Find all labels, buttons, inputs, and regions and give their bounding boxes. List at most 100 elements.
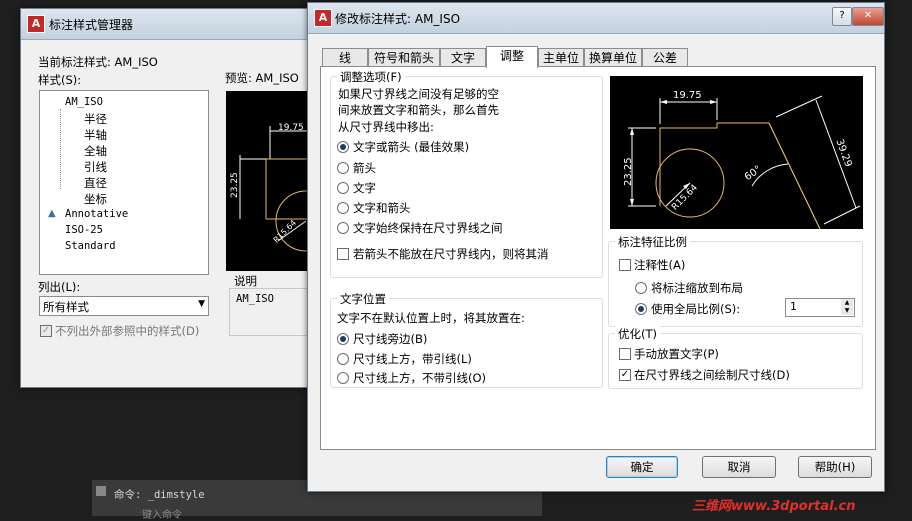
exclude-xref-label: 不列出外部参照中的样式(D)	[55, 324, 200, 338]
styles-label: 样式(S):	[38, 73, 82, 87]
help-context-icon[interactable]: ?	[832, 7, 852, 26]
annotative-label: 注释性(A)	[634, 258, 686, 272]
text-placement-group: 文字位置 文字不在默认位置上时，将其放置在: 尺寸线旁边(B) 尺寸线上方，带引…	[330, 291, 603, 388]
tab-fit[interactable]: 调整	[486, 46, 538, 68]
list-select[interactable]: 所有样式 ▼	[39, 296, 209, 316]
scale-radio-layout-label: 将标注缩放到布局	[651, 281, 743, 295]
placement-radio-beside[interactable]	[337, 333, 349, 345]
style-item[interactable]: Annotative	[65, 208, 128, 220]
spin-down-icon[interactable]: ▼	[841, 307, 853, 315]
preview-label: 预览: AM_ISO	[225, 71, 299, 85]
style-item[interactable]: 全轴	[84, 143, 107, 159]
draw-dim-line-checkbox[interactable]: ✓	[619, 369, 631, 381]
tab-alternate-units[interactable]: 换算单位	[584, 48, 642, 67]
tab-text[interactable]: 文字	[440, 48, 486, 67]
description-value: AM_ISO	[236, 293, 274, 305]
fit-radio-arrows[interactable]	[337, 162, 349, 174]
scale-radio-layout[interactable]	[635, 282, 647, 294]
autocad-logo-icon: A	[27, 15, 45, 33]
fit-radio-keep-text-between-label: 文字始终保持在尺寸界线之间	[353, 221, 503, 235]
style-item[interactable]: 半轴	[84, 127, 107, 143]
cancel-button[interactable]: 取消	[702, 456, 776, 478]
suppress-arrows-checkbox[interactable]	[337, 248, 349, 260]
placement-radio-over-leader-label: 尺寸线上方，带引线(L)	[353, 352, 472, 366]
modify-title: 修改标注样式: AM_ISO	[335, 12, 461, 26]
placement-radio-over-leader[interactable]	[337, 353, 349, 365]
current-style-label: 当前标注样式: AM_ISO	[38, 55, 158, 69]
suppress-arrows-label: 若箭头不能放在尺寸界线内，则将其消	[353, 247, 549, 261]
fit-radio-text-or-arrows-label: 文字或箭头 (最佳效果)	[353, 140, 470, 154]
ok-button[interactable]: 确定	[606, 456, 678, 478]
command-close-icon[interactable]	[96, 486, 106, 496]
help-button[interactable]: 帮助(H)	[798, 456, 872, 478]
style-item[interactable]: 半径	[84, 111, 107, 127]
scale-radio-global[interactable]	[635, 303, 647, 315]
fit-radio-text-label: 文字	[353, 181, 376, 195]
tab-symbols-arrows[interactable]: 符号和箭头	[368, 48, 440, 67]
close-icon[interactable]: ✕	[852, 7, 884, 26]
watermark-text: 三维网www.3dportal.cn	[692, 499, 856, 514]
list-select-value: 所有样式	[43, 300, 89, 314]
fit-radio-text[interactable]	[337, 182, 349, 194]
modify-preview-dim3: 39.29	[833, 138, 853, 169]
manager-preview-drawing: 19.75 23.25 R15.64	[230, 123, 314, 252]
text-placement-desc: 文字不在默认位置上时，将其放置在:	[337, 311, 525, 325]
tab-tolerances[interactable]: 公差	[642, 48, 688, 67]
style-item[interactable]: 坐标	[84, 191, 107, 207]
scale-title: 标注特征比例	[615, 234, 690, 250]
placement-radio-over-no-leader-label: 尺寸线上方，不带引线(O)	[353, 371, 487, 385]
fit-radio-keep-text-between[interactable]	[337, 222, 349, 234]
chevron-down-icon: ▼	[198, 299, 205, 309]
fit-radio-text-and-arrows[interactable]	[337, 202, 349, 214]
manager-preview-dim2: 23.25	[230, 172, 240, 198]
description-box: AM_ISO	[229, 288, 316, 336]
modify-titlebar[interactable]: A 修改标注样式: AM_ISO ? ✕	[308, 3, 884, 34]
tab-lines[interactable]: 线	[322, 48, 368, 67]
modify-preview: 19.75 23.25 39.29 R15.64 60°	[610, 76, 863, 229]
scale-radio-global-label: 使用全局比例(S):	[651, 302, 741, 316]
annotative-checkbox[interactable]	[619, 259, 631, 271]
style-item[interactable]: 引线	[84, 159, 107, 175]
manager-titlebar[interactable]: A 标注样式管理器	[21, 9, 321, 40]
command-history: 命令: _dimstyle	[114, 489, 205, 501]
list-label: 列出(L):	[38, 280, 81, 294]
autocad-logo-icon: A	[314, 9, 332, 27]
fine-tuning-title: 优化(T)	[615, 326, 660, 342]
style-item[interactable]: 直径	[84, 175, 107, 191]
fit-options-group: 调整选项(F) 如果尺寸界线之间没有足够的空 间来放置文字和箭头，那么首先 从尺…	[330, 69, 603, 278]
global-scale-value: 1	[790, 300, 797, 313]
modify-preview-dim2: 23.25	[623, 157, 634, 186]
fine-tuning-group: 优化(T) 手动放置文字(P) ✓ 在尺寸界线之间绘制尺寸线(D)	[608, 326, 863, 389]
dimension-style-manager-window: A 标注样式管理器 当前标注样式: AM_ISO 样式(S): AM_ISO 半…	[20, 8, 322, 388]
style-item[interactable]: ISO-25	[65, 224, 103, 236]
tree-line	[60, 109, 62, 189]
manager-preview: 19.75 23.25 R15.64	[226, 91, 314, 271]
description-label: 说明	[234, 274, 257, 288]
command-prompt: 键入命令	[142, 510, 182, 521]
placement-radio-over-no-leader[interactable]	[337, 372, 349, 384]
styles-list[interactable]: AM_ISO 半径 半轴 全轴 引线 直径 坐标 ▲ Annotative IS…	[39, 90, 209, 275]
style-item[interactable]: Standard	[65, 240, 116, 252]
modify-dimension-style-window: A 修改标注样式: AM_ISO ? ✕ 线 符号和箭头 文字 调整 主单位 换…	[307, 2, 885, 492]
spin-up-icon[interactable]: ▲	[841, 299, 853, 307]
fit-radio-text-or-arrows[interactable]	[337, 141, 349, 153]
annotative-triangle-icon: ▲	[48, 208, 56, 219]
fit-options-desc-2: 间来放置文字和箭头，那么首先	[338, 103, 499, 117]
modify-preview-dim1: 19.75	[673, 90, 702, 101]
fit-radio-arrows-label: 箭头	[353, 161, 376, 175]
style-item[interactable]: AM_ISO	[65, 96, 103, 108]
manual-place-label: 手动放置文字(P)	[634, 347, 719, 361]
tab-primary-units[interactable]: 主单位	[538, 48, 584, 67]
fit-tab-panel: 调整选项(F) 如果尺寸界线之间没有足够的空 间来放置文字和箭头，那么首先 从尺…	[320, 66, 876, 450]
placement-radio-beside-label: 尺寸线旁边(B)	[353, 332, 428, 346]
draw-dim-line-label: 在尺寸界线之间绘制尺寸线(D)	[634, 368, 790, 382]
manager-preview-dim1: 19.75	[278, 123, 304, 133]
manager-title: 标注样式管理器	[49, 18, 134, 32]
modify-preview-angle: 60°	[743, 164, 764, 183]
fit-options-title: 调整选项(F)	[337, 69, 405, 85]
exclude-xref-checkbox[interactable]: ✓	[40, 325, 52, 337]
text-placement-title: 文字位置	[337, 291, 389, 307]
manual-place-checkbox[interactable]	[619, 348, 631, 360]
fit-options-desc-3: 从尺寸界线中移出:	[338, 120, 434, 134]
global-scale-stepper[interactable]: 1 ▲ ▼	[785, 298, 855, 317]
